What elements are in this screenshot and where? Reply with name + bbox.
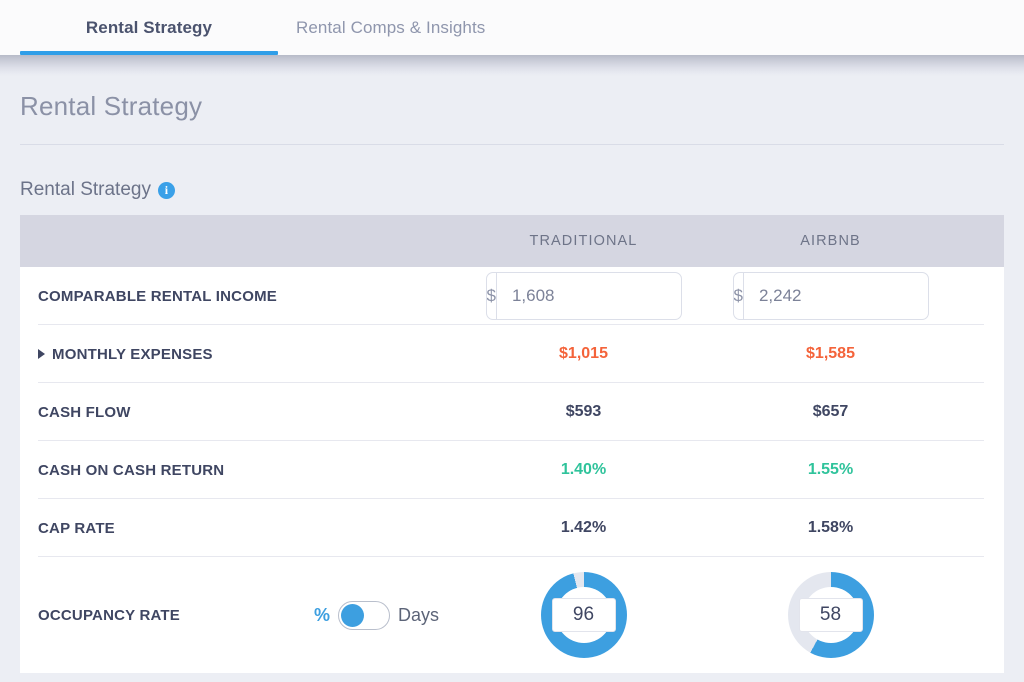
toggle-label-percent[interactable]: %	[314, 605, 330, 626]
table-row-occupancy: OCCUPANCY RATE % Days	[20, 557, 1004, 673]
tab-rental-comps-insights-label: Rental Comps & Insights	[296, 17, 486, 37]
airbnb-rental-income-field[interactable]: $	[732, 272, 929, 320]
toggle-label-days[interactable]: Days	[398, 605, 439, 626]
airbnb-cash-flow-value: $657	[812, 403, 849, 420]
row-label-cash-on-cash-return: CASH ON CASH RETURN	[38, 461, 225, 479]
traditional-cap-rate-value: 1.42%	[560, 519, 607, 536]
toggle-knob	[341, 603, 365, 627]
page-header: Rental Strategy	[0, 77, 1024, 145]
traditional-rental-income-cell: $	[460, 272, 707, 320]
table-row: CAP RATE 1.42% 1.58%	[20, 499, 1004, 557]
currency-symbol: $	[487, 273, 497, 319]
column-header-airbnb: AIRBNB	[800, 233, 861, 249]
currency-symbol: $	[734, 273, 744, 319]
row-label-cash-flow: CASH FLOW	[38, 403, 131, 421]
section-header: Rental Strategy i	[0, 145, 1024, 215]
rental-strategy-table: TRADITIONAL AIRBNB COMPARABLE RENTAL INC…	[20, 215, 1004, 673]
airbnb-occupancy-cell	[707, 557, 954, 673]
page-header-divider	[20, 144, 1004, 145]
caret-right-icon[interactable]	[38, 349, 45, 359]
info-circle-icon[interactable]: i	[157, 181, 175, 199]
tab-bar: Rental Strategy Rental Comps & Insights	[0, 0, 1024, 55]
occupancy-unit-toggle[interactable]	[338, 600, 391, 630]
airbnb-occupancy-donut	[787, 572, 874, 658]
rental-strategy-page: Rental Strategy Rental Comps & Insights …	[0, 0, 1024, 682]
airbnb-rental-income-cell: $	[707, 272, 954, 320]
tab-rental-comps-insights[interactable]: Rental Comps & Insights	[278, 0, 503, 55]
airbnb-cash-on-cash-value: 1.55%	[807, 461, 854, 478]
tab-rental-strategy[interactable]: Rental Strategy	[20, 0, 278, 55]
occupancy-control-group: OCCUPANCY RATE % Days	[20, 557, 460, 673]
traditional-occupancy-donut	[540, 572, 627, 658]
airbnb-occupancy-input[interactable]	[799, 604, 862, 626]
traditional-occupancy-field[interactable]	[551, 598, 616, 632]
monthly-expenses-label: MONTHLY EXPENSES	[52, 345, 213, 363]
table-header-row: TRADITIONAL AIRBNB	[20, 215, 1004, 267]
traditional-occupancy-input[interactable]	[552, 604, 615, 626]
row-label-monthly-expenses[interactable]: MONTHLY EXPENSES	[20, 346, 460, 363]
airbnb-rental-income-input[interactable]	[743, 273, 928, 319]
traditional-rental-income-field[interactable]: $	[485, 272, 682, 320]
row-label-occupancy-rate: OCCUPANCY RATE	[38, 606, 180, 624]
row-label-comparable-rental-income: COMPARABLE RENTAL INCOME	[38, 287, 277, 305]
table-row: MONTHLY EXPENSES $1,015 $1,585	[20, 325, 1004, 383]
tab-rental-strategy-label: Rental Strategy	[85, 17, 213, 37]
page-title: Rental Strategy	[20, 91, 203, 121]
row-label-cap-rate: CAP RATE	[38, 519, 115, 537]
traditional-cash-on-cash-value: 1.40%	[560, 461, 607, 478]
traditional-monthly-expenses-value: $1,015	[559, 345, 608, 362]
airbnb-cap-rate-value: 1.58%	[807, 519, 854, 536]
table-row: CASH FLOW $593 $657	[20, 383, 1004, 441]
tab-bar-shadow	[0, 55, 1024, 77]
traditional-cash-flow-value: $593	[565, 403, 602, 420]
table-row: COMPARABLE RENTAL INCOME $ $	[20, 267, 1004, 325]
table-row: CASH ON CASH RETURN 1.40% 1.55%	[20, 441, 1004, 499]
airbnb-monthly-expenses-value: $1,585	[806, 345, 855, 362]
traditional-rental-income-input[interactable]	[496, 273, 681, 319]
column-header-traditional: TRADITIONAL	[529, 233, 638, 249]
traditional-occupancy-cell	[460, 557, 707, 673]
section-title-label: Rental Strategy	[20, 179, 151, 200]
airbnb-occupancy-field[interactable]	[798, 598, 863, 632]
occupancy-unit-toggle-group: % Days	[314, 600, 439, 630]
